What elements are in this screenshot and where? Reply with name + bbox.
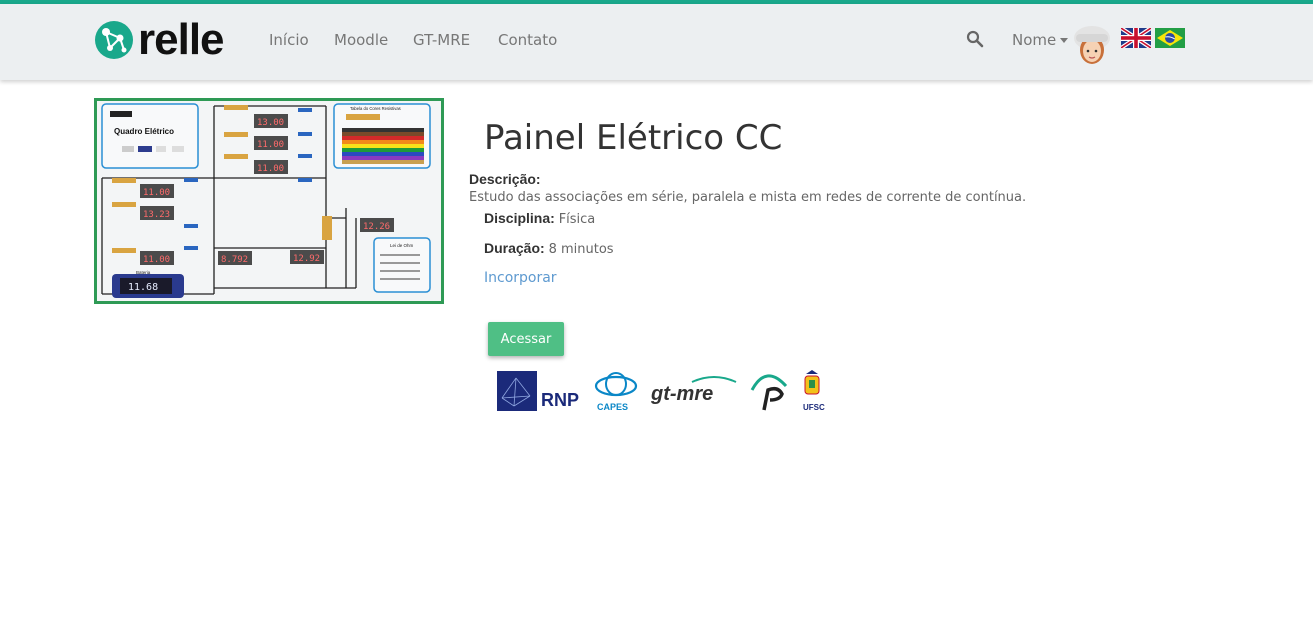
reading: 13.00 — [257, 118, 284, 128]
description-text: Estudo das associações em série, paralel… — [469, 190, 1027, 205]
partner-logos: RNP CAPES gt-mre UFSC — [497, 370, 825, 412]
access-button[interactable]: Acessar — [488, 322, 564, 356]
gt-mre-logo: gt-mre — [650, 376, 737, 405]
nav-link-gt-mre[interactable]: GT-MRE — [413, 31, 470, 49]
caret-down-icon — [1060, 38, 1069, 43]
brand-logo[interactable]: relle — [94, 15, 225, 64]
ohm-law-heading: Lei de Ohm — [390, 243, 414, 248]
search-icon[interactable] — [966, 30, 984, 48]
description-label: Descrição: — [469, 171, 541, 187]
reading: 11.00 — [257, 140, 284, 150]
nav-link-contato[interactable]: Contato — [498, 31, 557, 49]
user-name-label: Nome — [1012, 31, 1057, 49]
rexlab-logo — [750, 374, 788, 411]
reading: 11.00 — [257, 164, 284, 174]
ufsc-text: UFSC — [803, 403, 825, 412]
brazil-flag-icon[interactable] — [1155, 28, 1185, 48]
duration-row: Duração: 8 minutos — [484, 240, 614, 257]
reading: 11.00 — [143, 255, 170, 265]
capes-logo: CAPES — [594, 372, 638, 412]
color-table-heading: Tabela do Cores Resistivas — [350, 106, 401, 111]
reading: 11.00 — [143, 188, 170, 198]
user-avatar-icon[interactable] — [1073, 24, 1111, 66]
brand-name: relle — [138, 15, 225, 64]
page-title: Painel Elétrico CC — [484, 118, 783, 158]
rnp-logo: RNP — [497, 371, 579, 411]
embed-link[interactable]: Incorporar — [484, 270, 557, 286]
duration-label: Duração: — [484, 240, 545, 256]
gt-mre-text: gt-mre — [650, 383, 713, 405]
rnp-text: RNP — [541, 390, 579, 410]
user-menu-toggle[interactable]: Nome — [1012, 31, 1069, 49]
navbar: relle Início Moodle GT-MRE Contato Nome — [0, 4, 1313, 80]
duration-value: 8 minutos — [548, 242, 614, 257]
nav-link-inicio[interactable]: Início — [269, 31, 309, 49]
relle-logo-icon — [95, 21, 133, 59]
panel-heading: Quadro Elétrico — [114, 127, 174, 136]
capes-text: CAPES — [597, 402, 628, 412]
nav-link-moodle[interactable]: Moodle — [334, 31, 388, 49]
discipline-value: Física — [558, 212, 596, 227]
battery-reading: 11.68 — [128, 282, 158, 293]
battery-label: Bateria — [136, 270, 151, 275]
reading: 12.26 — [363, 222, 390, 232]
discipline-label: Disciplina: — [484, 210, 555, 226]
reading: 13.23 — [143, 210, 170, 220]
reading: 8.792 — [221, 255, 248, 265]
discipline-row: Disciplina: Física — [484, 210, 595, 227]
uk-flag-icon[interactable] — [1121, 28, 1151, 48]
lab-panel-image: Quadro Elétrico 13.00 11.00 11.00 11.00 … — [94, 98, 444, 304]
ufsc-logo: UFSC — [803, 370, 825, 412]
reading: 12.92 — [293, 254, 320, 264]
